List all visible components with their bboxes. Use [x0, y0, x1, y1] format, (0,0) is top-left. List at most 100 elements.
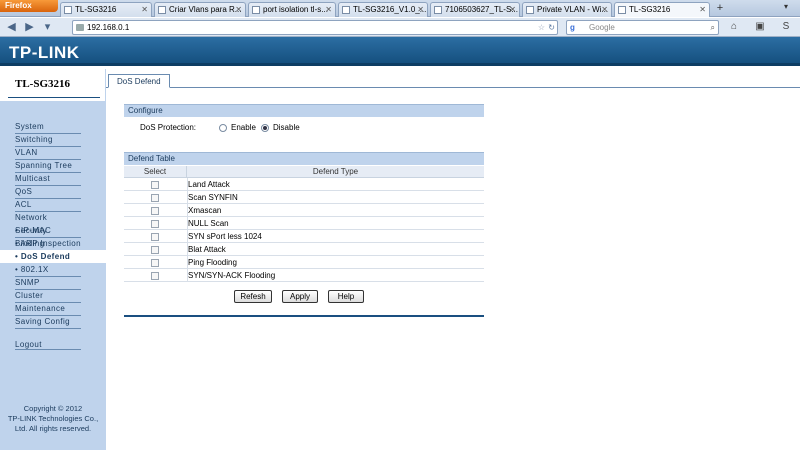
logout-link[interactable]: Logout [15, 340, 81, 350]
sidebar-item-label[interactable]: • DoS Defend [15, 250, 81, 263]
sidebar-item-spanning-tree[interactable]: Spanning Tree [0, 159, 106, 173]
tab-list-icon[interactable]: ▾ [784, 2, 788, 11]
select-checkbox[interactable] [151, 246, 159, 254]
sidebar-item-label[interactable]: Cluster [15, 289, 81, 303]
table-row: SYN sPort less 1024 [124, 230, 484, 243]
tab-title: Private VLAN - Wi... [537, 5, 609, 14]
apply-button[interactable]: Apply [282, 290, 318, 303]
tab-1[interactable]: Criar Vlans para R... ✕ [154, 2, 246, 17]
page-icon [252, 6, 260, 14]
search-icon[interactable]: ⌕ [711, 21, 715, 34]
sidebar-item-vlan[interactable]: VLAN [0, 146, 106, 160]
table-row: Xmascan [124, 204, 484, 217]
defend-table-header: Defend Table [124, 152, 484, 165]
tab-5[interactable]: Private VLAN - Wi... ✕ [522, 2, 612, 17]
search-input[interactable]: g Google ⌕ [566, 20, 719, 35]
tab-3[interactable]: TL-SG3216_V1.0_... ✕ [338, 2, 428, 17]
close-icon[interactable]: ✕ [601, 3, 608, 16]
refresh-button[interactable]: Refesh [234, 290, 272, 303]
skype-icon[interactable]: S [778, 20, 794, 35]
disable-radio[interactable] [261, 124, 269, 132]
sidebar-item-label[interactable]: ACL [15, 198, 81, 212]
history-dropdown-icon[interactable]: ▾ [40, 20, 55, 35]
close-icon[interactable]: ✕ [699, 3, 706, 16]
back-icon[interactable]: ◀ [4, 20, 19, 35]
sidebar-item-label[interactable]: System [15, 120, 81, 134]
url-text[interactable]: 192.168.0.1 [87, 23, 129, 32]
close-icon[interactable]: ✕ [509, 3, 516, 16]
sidebar-item-label[interactable]: Switching [15, 133, 81, 147]
sidebar-item-label[interactable]: QoS [15, 185, 81, 199]
navigation-bar: ◀ ▶ ▾ 192.168.0.1 ☆ ↻ g Google ⌕ ⌂ ▣ S [0, 18, 800, 37]
bookmarks-menu-icon[interactable]: ▣ [752, 20, 768, 35]
close-icon[interactable]: ✕ [417, 3, 424, 16]
copyright: Copyright © 2012 TP-LINK Technologies Co… [0, 404, 106, 434]
tplink-header: TP-LINK [0, 37, 800, 66]
select-checkbox[interactable] [151, 259, 159, 267]
select-checkbox[interactable] [151, 272, 159, 280]
tab-title: port isolation tl-s... [263, 5, 328, 14]
sidebar-item-arp-inspection[interactable]: • ARP Inspection [0, 237, 106, 251]
close-icon[interactable]: ✕ [325, 3, 332, 16]
sidebar-item-acl[interactable]: ACL [0, 198, 106, 212]
sidebar-item-qos[interactable]: QoS [0, 185, 106, 199]
defend-type-label: Ping Flooding [188, 258, 237, 267]
copyright-line: TP-LINK Technologies Co., [7, 414, 99, 423]
sidebar-item-maintenance[interactable]: Maintenance [0, 302, 106, 316]
sidebar-item-label[interactable]: • 802.1X [15, 263, 81, 277]
tab-title: Criar Vlans para R... [169, 5, 242, 14]
reload-icon[interactable]: ↻ [548, 21, 555, 34]
home-icon[interactable]: ⌂ [726, 20, 742, 35]
select-checkbox[interactable] [151, 207, 159, 215]
help-button[interactable]: Help [328, 290, 364, 303]
sidebar-item-label[interactable]: Spanning Tree [15, 159, 81, 173]
enable-label[interactable]: Enable [231, 121, 256, 135]
sidebar-item-label[interactable]: Maintenance [15, 302, 81, 316]
browser-window: Firefox TL-SG3216 ✕ Criar Vlans para R...… [0, 0, 800, 450]
defend-type-label: NULL Scan [188, 219, 229, 228]
sidebar-item-label[interactable]: Saving Config [15, 315, 81, 329]
tab-dos-defend[interactable]: DoS Defend [108, 74, 170, 88]
sidebar-item-label[interactable]: Multicast [15, 172, 81, 186]
tab-0[interactable]: TL-SG3216 ✕ [60, 2, 152, 17]
dos-protection-label: DoS Protection: [140, 123, 197, 132]
tab-6-active[interactable]: TL-SG3216 ✕ [614, 2, 710, 17]
select-checkbox[interactable] [151, 220, 159, 228]
sidebar-item-cluster[interactable]: Cluster [0, 289, 106, 303]
defend-type-label: Blat Attack [188, 245, 226, 254]
sidebar-item-snmp[interactable]: SNMP [0, 276, 106, 290]
forward-icon[interactable]: ▶ [22, 20, 37, 35]
close-icon[interactable]: ✕ [141, 3, 148, 16]
new-tab-button[interactable]: + [713, 2, 727, 16]
address-bar[interactable]: 192.168.0.1 ☆ ↻ [72, 20, 558, 35]
sidebar-item-label[interactable]: • ARP Inspection [15, 237, 81, 251]
sidebar-item-ip-mac-binding[interactable]: • IP-MAC Binding [0, 224, 106, 251]
site-identity-icon[interactable] [76, 24, 84, 31]
google-icon[interactable]: g [570, 21, 575, 34]
sidebar-item-802-1x[interactable]: • 802.1X [0, 263, 106, 277]
tab-4[interactable]: 7106503627_TL-S... ✕ [430, 2, 520, 17]
sidebar-item-label[interactable]: SNMP [15, 276, 81, 290]
logout-label[interactable]: Logout [15, 340, 81, 350]
wikipedia-icon [526, 6, 534, 14]
sidebar-item-dos-defend[interactable]: • DoS Defend [0, 250, 106, 263]
copyright-line: Copyright © 2012 [23, 404, 83, 413]
column-select: Select [124, 166, 187, 178]
sidebar-item-saving-config[interactable]: Saving Config [0, 315, 106, 329]
select-checkbox[interactable] [151, 233, 159, 241]
table-row: Scan SYNFIN [124, 191, 484, 204]
sidebar-item-label[interactable]: VLAN [15, 146, 81, 160]
close-icon[interactable]: ✕ [235, 3, 242, 16]
firefox-menu-button[interactable]: Firefox [0, 0, 58, 12]
enable-radio[interactable] [219, 124, 227, 132]
sidebar-item-network-security[interactable]: Network Security [0, 211, 106, 238]
dos-protection-row: DoS Protection: Enable Disable [124, 121, 484, 135]
select-checkbox[interactable] [151, 194, 159, 202]
bookmark-star-icon[interactable]: ☆ [538, 21, 545, 34]
select-checkbox[interactable] [151, 181, 159, 189]
sidebar-item-system[interactable]: System [0, 120, 106, 134]
sidebar-item-multicast[interactable]: Multicast [0, 172, 106, 186]
disable-label[interactable]: Disable [273, 121, 300, 135]
sidebar-item-switching[interactable]: Switching [0, 133, 106, 147]
tab-2[interactable]: port isolation tl-s... ✕ [248, 2, 336, 17]
